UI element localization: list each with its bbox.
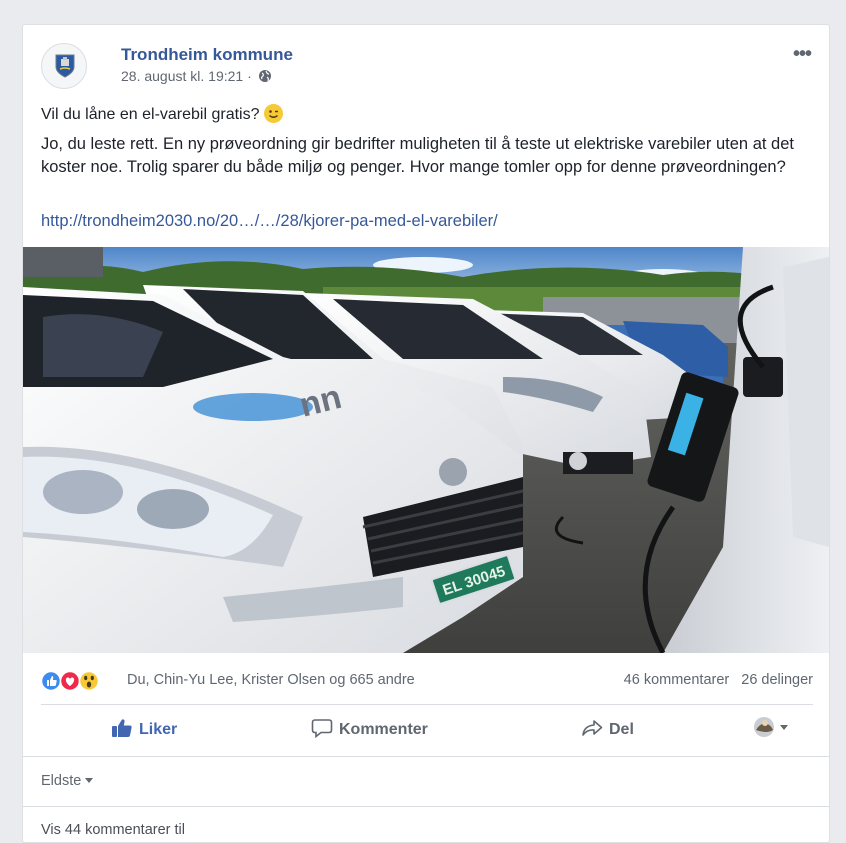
share-arrow-icon <box>582 720 603 736</box>
globe-icon[interactable] <box>258 69 272 83</box>
post-question: Vil du låne en el-varebil gratis? <box>41 106 260 123</box>
wink-emoji-icon <box>263 104 283 123</box>
like-label: Liker <box>139 721 178 738</box>
page-avatar[interactable] <box>41 43 87 89</box>
post-card: Trondheim kommune 28. august kl. 19:21 ·… <box>22 24 830 843</box>
caret-down-icon <box>85 778 94 783</box>
post-text-line1: Vil du låne en el-varebil gratis? <box>41 104 283 124</box>
reaction-stats: 46 kommentarer 26 delinger <box>624 672 813 688</box>
comment-sort-label: Eldste <box>41 773 82 789</box>
love-icon <box>59 670 81 692</box>
reaction-icons[interactable] <box>41 670 107 692</box>
coat-of-arms-icon <box>55 54 75 78</box>
divider <box>23 756 829 757</box>
comment-label: Kommenter <box>339 721 428 738</box>
view-more-comments-link[interactable]: Vis 44 kommentarer til <box>41 822 185 838</box>
like-button[interactable]: Liker <box>111 718 177 739</box>
post-timestamp[interactable]: 28. august kl. 19:21 · <box>121 68 252 84</box>
more-options-button[interactable]: ••• <box>793 43 812 66</box>
post-body: Jo, du leste rett. En ny prøveordning gi… <box>41 135 794 176</box>
thumbs-up-icon <box>112 719 132 737</box>
reactions-bar: Du, Chin-Yu Lee, Krister Olsen og 665 an… <box>41 669 813 693</box>
share-button[interactable]: Del <box>581 718 634 739</box>
shares-count[interactable]: 26 delinger <box>741 672 813 688</box>
page-name[interactable]: Trondheim kommune <box>121 45 293 65</box>
divider <box>23 806 829 807</box>
electric-vans-photo: EL 30045 nn <box>23 247 829 653</box>
wow-icon <box>78 670 100 692</box>
share-label: Del <box>609 721 634 738</box>
reaction-identity-selector[interactable] <box>753 716 799 739</box>
divider <box>41 704 813 705</box>
comment-bubble-icon <box>311 719 333 739</box>
post-photo[interactable]: EL 30045 nn <box>23 247 829 653</box>
user-avatar-dropdown-icon <box>754 717 788 737</box>
action-bar: Liker Kommenter Del <box>41 707 813 751</box>
like-icon <box>41 670 62 692</box>
comment-button[interactable]: Kommenter <box>311 718 428 739</box>
post-meta: 28. august kl. 19:21 · <box>121 68 272 84</box>
comment-sort-dropdown[interactable]: Eldste <box>41 773 94 789</box>
post-header: Trondheim kommune 28. august kl. 19:21 ·… <box>41 43 812 91</box>
comments-count[interactable]: 46 kommentarer <box>624 672 730 688</box>
post-link[interactable]: http://trondheim2030.no/20…/…/28/kjorer-… <box>41 212 498 231</box>
reaction-names[interactable]: Du, Chin-Yu Lee, Krister Olsen og 665 an… <box>127 672 415 688</box>
